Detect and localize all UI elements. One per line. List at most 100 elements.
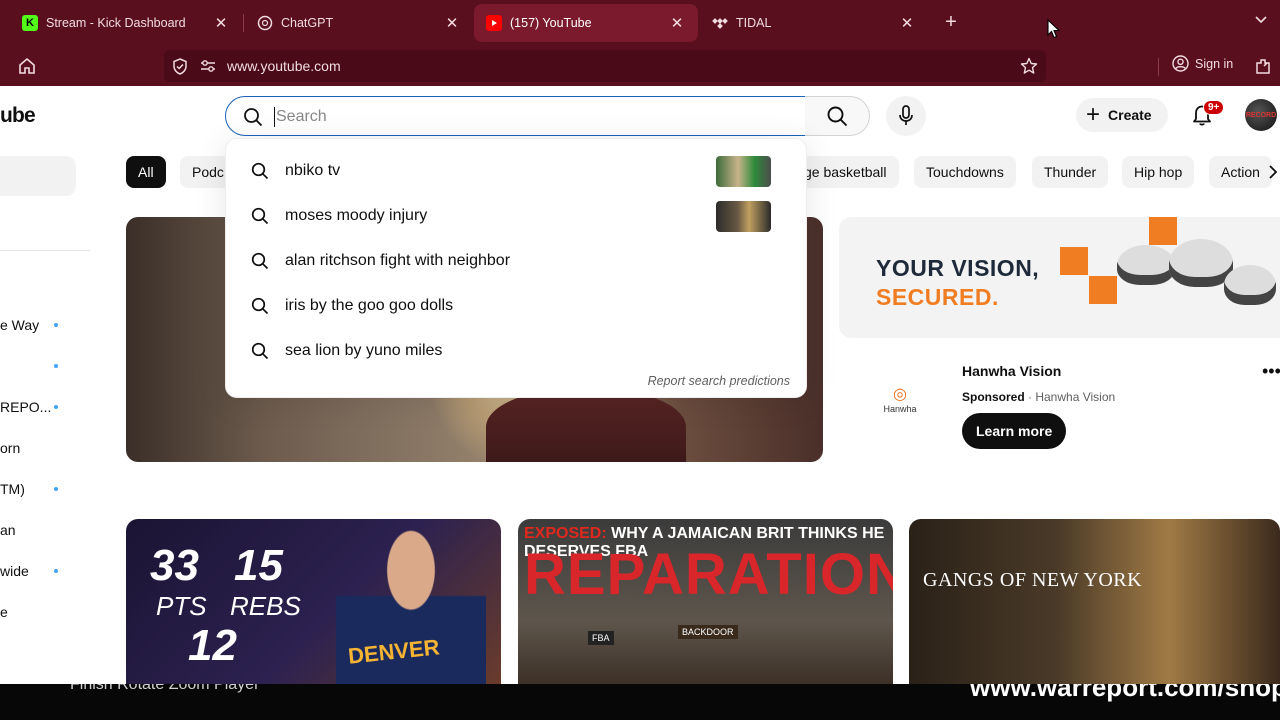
suggestion-text: iris by the goo goo dolls: [285, 297, 454, 314]
search-icon: [827, 106, 848, 127]
address-bar: www.youtube.com Sign in: [0, 46, 1280, 86]
ad-headline-accent: SECURED.: [876, 284, 999, 310]
search-icon: [251, 297, 269, 320]
chip[interactable]: Touchdowns: [914, 156, 1016, 188]
close-icon[interactable]: ✕: [668, 14, 686, 32]
thumbnail-title: GANGS OF NEW YORK: [923, 569, 1143, 591]
chevron-right-icon[interactable]: [1268, 164, 1278, 185]
mouse-cursor-icon: [1047, 18, 1061, 44]
extensions-icon[interactable]: [1254, 57, 1272, 80]
more-options-icon[interactable]: •••: [1262, 361, 1280, 382]
tab-youtube[interactable]: (157) YouTube ✕: [474, 4, 698, 42]
plus-icon: +: [1086, 101, 1101, 128]
stat-label: REBS: [230, 591, 301, 621]
suggestion-text: sea lion by yuno miles: [285, 342, 443, 359]
suggestion-thumbnail: [716, 156, 771, 187]
suggestion-item[interactable]: iris by the goo goo dolls: [226, 286, 808, 326]
search-input[interactable]: [276, 105, 776, 129]
close-icon[interactable]: ✕: [212, 14, 230, 32]
close-icon[interactable]: ✕: [898, 14, 916, 32]
search-icon: [251, 162, 269, 185]
suggestion-item[interactable]: moses moody injury: [226, 196, 808, 236]
kick-icon: K: [22, 15, 38, 31]
ad-title[interactable]: Hanwha Vision: [962, 363, 1061, 379]
sidebar-item-active[interactable]: [0, 156, 76, 196]
ad-decor-square: [1089, 276, 1117, 304]
close-icon[interactable]: ✕: [443, 14, 461, 32]
search-icon: [251, 207, 269, 230]
overlay-left-text: Finish Rotate Zoom Player: [70, 684, 260, 693]
suggestion-text: nbiko tv: [285, 162, 341, 179]
ad-decor-square: [1149, 217, 1177, 245]
tidal-icon: [712, 15, 728, 31]
suggestion-item[interactable]: alan ritchson fight with neighbor: [226, 241, 808, 281]
youtube-logo[interactable]: ube: [0, 104, 36, 128]
chip[interactable]: Action: [1209, 156, 1272, 188]
stat-value: 33: [150, 541, 199, 590]
stat-value: 12: [188, 621, 237, 670]
sidebar-divider: [0, 250, 90, 251]
sidebar-item[interactable]: REPO...: [0, 399, 51, 415]
suggestion-text: alan ritchson fight with neighbor: [285, 252, 511, 269]
search-icon: [251, 342, 269, 365]
video-thumbnail[interactable]: GANGS OF NEW YORK: [909, 519, 1280, 684]
sidebar-item[interactable]: orn: [0, 440, 20, 456]
video-thumbnail[interactable]: 33 15 PTS REBS 12 DENVER: [126, 519, 501, 684]
create-button[interactable]: + Create: [1076, 98, 1168, 132]
voice-search-button[interactable]: [886, 96, 926, 136]
advertiser-logo[interactable]: ◎ Hanwha: [870, 384, 930, 424]
new-content-dot: [54, 569, 58, 573]
home-icon[interactable]: [18, 57, 36, 80]
tab-label: Stream - Kick Dashboard: [46, 16, 186, 30]
suggestion-thumbnail: [716, 201, 771, 232]
text-caret: [274, 107, 275, 127]
learn-more-button[interactable]: Learn more: [962, 413, 1067, 449]
camera-image: [1224, 265, 1276, 305]
chip[interactable]: Thunder: [1032, 156, 1109, 188]
tab-label: ChatGPT: [281, 16, 334, 30]
sidebar-item[interactable]: wide: [0, 563, 29, 579]
url-field[interactable]: www.youtube.com: [164, 50, 1046, 82]
suggestion-item[interactable]: sea lion by yuno miles: [226, 331, 808, 371]
ad-banner[interactable]: YOUR VISION, SECURED.: [839, 217, 1280, 338]
report-predictions-link[interactable]: Report search predictions: [648, 374, 790, 388]
video-overlay-bar: Finish Rotate Zoom Player www.warreport.…: [0, 684, 1280, 720]
chip[interactable]: ge basketball: [798, 156, 899, 188]
avatar[interactable]: RECORD: [1245, 99, 1277, 131]
sign-in-button[interactable]: Sign in: [1172, 55, 1233, 72]
tab-label: (157) YouTube: [510, 16, 592, 30]
shield-icon[interactable]: [172, 58, 188, 80]
create-label: Create: [1108, 107, 1152, 123]
camera-image: [1117, 245, 1175, 285]
tab-kick[interactable]: K Stream - Kick Dashboard ✕: [10, 4, 242, 42]
ad-decor-square: [1060, 247, 1088, 275]
sidebar-item[interactable]: e Way: [0, 317, 39, 333]
search-box[interactable]: [225, 96, 806, 136]
sidebar-item[interactable]: TM): [0, 481, 25, 497]
ad-headline: YOUR VISION,: [876, 255, 1040, 281]
thumbnail-headline: REPARATIONS: [524, 542, 893, 607]
video-thumbnail[interactable]: EXPOSED: WHY A JAMAICAN BRIT THINKS HE D…: [518, 519, 893, 684]
tab-chatgpt[interactable]: ChatGPT ✕: [245, 4, 473, 42]
youtube-page: ube + Create 9+ RECORD e Way REPO... orn…: [0, 86, 1280, 684]
chip[interactable]: Hip hop: [1122, 156, 1195, 188]
sidebar-item[interactable]: an: [0, 522, 16, 538]
avatar-text: RECORD: [1245, 111, 1277, 119]
new-content-dot: [54, 487, 58, 491]
sidebar-item[interactable]: e: [0, 604, 8, 620]
suggestion-item[interactable]: nbiko tv: [226, 151, 808, 191]
toolbar-separator: [1158, 58, 1159, 76]
thumbnail-sign: FBA: [588, 631, 614, 645]
chatgpt-icon: [257, 15, 273, 31]
chevron-down-icon[interactable]: [1254, 13, 1268, 32]
site-settings-icon[interactable]: [200, 59, 216, 78]
new-tab-button[interactable]: +: [940, 11, 962, 34]
sign-in-label: Sign in: [1195, 56, 1234, 71]
chip-all[interactable]: All: [126, 156, 166, 188]
tab-tidal[interactable]: TIDAL ✕: [700, 4, 928, 42]
overlay-watermark: www.warreport.com/shop: [970, 684, 1280, 702]
new-content-dot: [54, 323, 58, 327]
bookmark-star-icon[interactable]: [1020, 57, 1038, 80]
search-icon: [243, 107, 263, 132]
search-button[interactable]: [805, 96, 870, 136]
